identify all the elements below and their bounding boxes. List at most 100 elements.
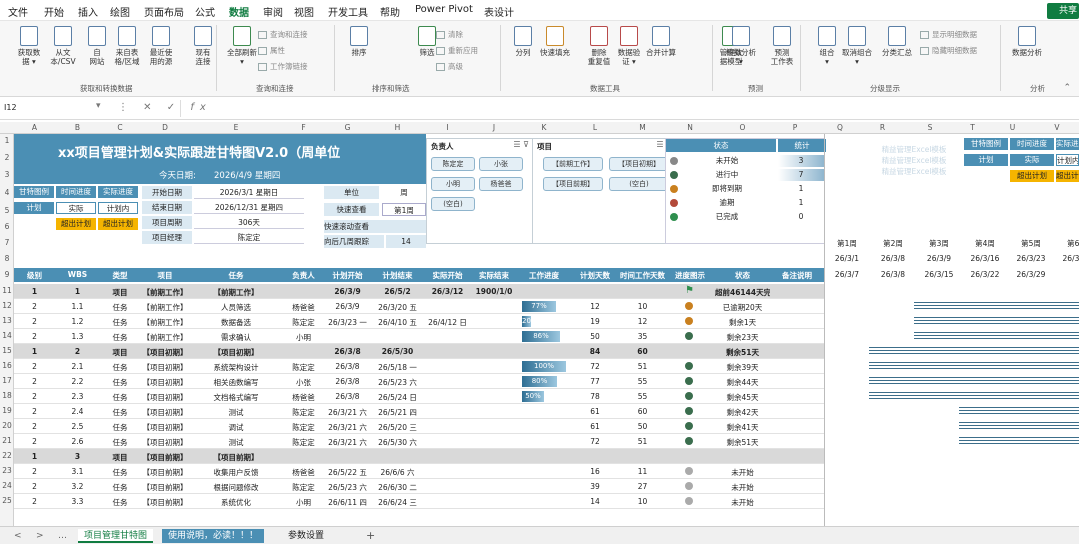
- cell-14[interactable]: 剩余51天: [715, 437, 770, 448]
- column-header-I[interactable]: I: [425, 123, 470, 132]
- cell-2[interactable]: 任务: [100, 317, 140, 328]
- sheet-nav-1[interactable]: >: [30, 529, 50, 543]
- cell-7[interactable]: 26/5/18 一: [370, 362, 425, 373]
- cell-3[interactable]: 【项目前期】: [140, 497, 190, 508]
- ribbon-button-5[interactable]: 现有 连接: [186, 26, 220, 66]
- row-header-17[interactable]: 17: [0, 376, 14, 385]
- cell-2[interactable]: 任务: [100, 332, 140, 343]
- sheet-tab-0[interactable]: 项目管理甘特图: [78, 529, 154, 543]
- row-header-3[interactable]: 3: [0, 170, 14, 179]
- menu-tab-5[interactable]: 公式: [195, 4, 215, 19]
- cell-3[interactable]: 【项目初期】: [140, 377, 190, 388]
- cell-14[interactable]: 剩余45天: [715, 392, 770, 403]
- table-row[interactable]: 2 1.3 任务 【前期工作】 需求确认 小明 50 35 剩余23天 86%: [14, 329, 824, 344]
- cell-1[interactable]: 1.1: [55, 302, 100, 311]
- column-header-Q[interactable]: Q: [820, 123, 860, 132]
- table-header-10[interactable]: 工作进度: [518, 270, 570, 281]
- cell-3[interactable]: 【前期工作】: [140, 302, 190, 313]
- menu-tab-2[interactable]: 插入: [78, 4, 98, 19]
- column-header-V[interactable]: V: [1035, 123, 1079, 132]
- cell-0[interactable]: 2: [14, 332, 55, 341]
- cell-8[interactable]: 26/3/12: [425, 287, 470, 296]
- quick-value[interactable]: 第1周: [382, 203, 426, 216]
- cell-4[interactable]: 【项目初期】: [190, 347, 282, 358]
- menu-tab-4[interactable]: 页面布局: [144, 4, 184, 19]
- ribbon-collapse-icon[interactable]: ⌃: [1063, 83, 1071, 93]
- cell-14[interactable]: 剩余1天: [715, 317, 770, 328]
- slicer-item-owner-0[interactable]: 陈定定: [431, 157, 475, 171]
- cell-4[interactable]: 测试: [190, 437, 282, 448]
- row-header-11[interactable]: 11: [0, 286, 14, 295]
- cell-11[interactable]: 61: [570, 407, 620, 416]
- slicer-item-owner-4[interactable]: (空白): [431, 197, 475, 211]
- cell-8[interactable]: 26/4/12 日: [425, 317, 470, 328]
- cell-1[interactable]: 2: [55, 347, 100, 356]
- cell-3[interactable]: 【项目前期】: [140, 482, 190, 493]
- row-header-4[interactable]: 4: [0, 188, 14, 197]
- row-header-25[interactable]: 25: [0, 496, 14, 505]
- column-header-U[interactable]: U: [990, 123, 1035, 132]
- ribbon-button-12[interactable]: 数据验证 ▾: [612, 26, 646, 66]
- menu-tab-7[interactable]: 审阅: [263, 4, 283, 19]
- column-header-T[interactable]: T: [955, 123, 990, 132]
- slicer-item-owner-2[interactable]: 小明: [431, 177, 475, 191]
- cell-5[interactable]: 小明: [282, 497, 325, 508]
- slicer-item-project-2[interactable]: 【项目前期】: [543, 177, 603, 191]
- cell-11[interactable]: 78: [570, 392, 620, 401]
- cell-6[interactable]: 26/3/23 一: [325, 317, 370, 328]
- ribbon-button-10[interactable]: 快速填充: [538, 26, 572, 57]
- cell-12[interactable]: 10: [620, 497, 665, 506]
- week-value[interactable]: 14: [386, 235, 426, 248]
- slicer-item-project-3[interactable]: (空白): [609, 177, 669, 191]
- ribbon-small-1[interactable]: 属性: [258, 45, 285, 56]
- cell-4[interactable]: 根据问题修改: [190, 482, 282, 493]
- column-header-N[interactable]: N: [665, 123, 715, 132]
- cell-12[interactable]: 51: [620, 362, 665, 371]
- cell-2[interactable]: 项目: [100, 287, 140, 298]
- cell-2[interactable]: 任务: [100, 422, 140, 433]
- row-header-15[interactable]: 15: [0, 346, 14, 355]
- row-header-12[interactable]: 12: [0, 301, 14, 310]
- cell-6[interactable]: 26/3/21 六: [325, 437, 370, 448]
- cell-0[interactable]: 2: [14, 422, 55, 431]
- table-header-5[interactable]: 负责人: [282, 270, 325, 281]
- cell-0[interactable]: 1: [14, 287, 55, 296]
- ribbon-small-6[interactable]: 显示明细数据: [920, 29, 977, 40]
- slicer-item-project-1[interactable]: 【项目初期】: [609, 157, 669, 171]
- cell-12[interactable]: 10: [620, 302, 665, 311]
- cell-11[interactable]: 72: [570, 362, 620, 371]
- table-row[interactable]: 2 3.3 任务 【项目前期】 系统优化 小明 26/6/11 四 26/6/24 三 14 10…: [14, 494, 824, 509]
- cell-6[interactable]: 26/3/21 六: [325, 407, 370, 418]
- cell-0[interactable]: 2: [14, 437, 55, 446]
- cell-2[interactable]: 任务: [100, 407, 140, 418]
- table-row[interactable]: 2 2.5 任务 【项目初期】 调试 陈定定 26/3/21 六 26/5/20 三 61 50 剩…: [14, 419, 824, 434]
- column-header-C[interactable]: C: [100, 123, 140, 132]
- project-row[interactable]: 1 2 项目 【项目初期】 【项目初期】 26/3/8 26/5/30 84 60 剩余51天: [14, 344, 824, 359]
- cell-7[interactable]: 26/6/30 二: [370, 482, 425, 493]
- cell-14[interactable]: 超前46144天完成: [715, 287, 770, 298]
- cell-7[interactable]: 26/5/21 四: [370, 407, 425, 418]
- cell-2[interactable]: 任务: [100, 482, 140, 493]
- column-header-J[interactable]: J: [470, 123, 518, 132]
- row-header-24[interactable]: 24: [0, 481, 14, 490]
- cell-6[interactable]: 26/3/8: [325, 392, 370, 401]
- column-header-R[interactable]: R: [860, 123, 905, 132]
- cell-14[interactable]: 未开始: [715, 482, 770, 493]
- column-header-K[interactable]: K: [518, 123, 570, 132]
- table-header-4[interactable]: 任务: [190, 270, 282, 281]
- cell-2[interactable]: 任务: [100, 467, 140, 478]
- menu-tab-10[interactable]: 帮助: [380, 4, 400, 19]
- cell-6[interactable]: 26/3/9: [325, 287, 370, 296]
- cell-12[interactable]: 27: [620, 482, 665, 491]
- cell-4[interactable]: 文档格式编写: [190, 392, 282, 403]
- slicer-item-project-0[interactable]: 【前期工作】: [543, 157, 603, 171]
- cell-0[interactable]: 2: [14, 482, 55, 491]
- cell-11[interactable]: 16: [570, 467, 620, 476]
- row-header-19[interactable]: 19: [0, 406, 14, 415]
- cell-4[interactable]: 系统架构设计: [190, 362, 282, 373]
- cell-2[interactable]: 项目: [100, 347, 140, 358]
- cell-11[interactable]: 61: [570, 422, 620, 431]
- cell-2[interactable]: 任务: [100, 377, 140, 388]
- column-header-E[interactable]: E: [190, 123, 282, 132]
- menu-tab-8[interactable]: 视图: [294, 4, 314, 19]
